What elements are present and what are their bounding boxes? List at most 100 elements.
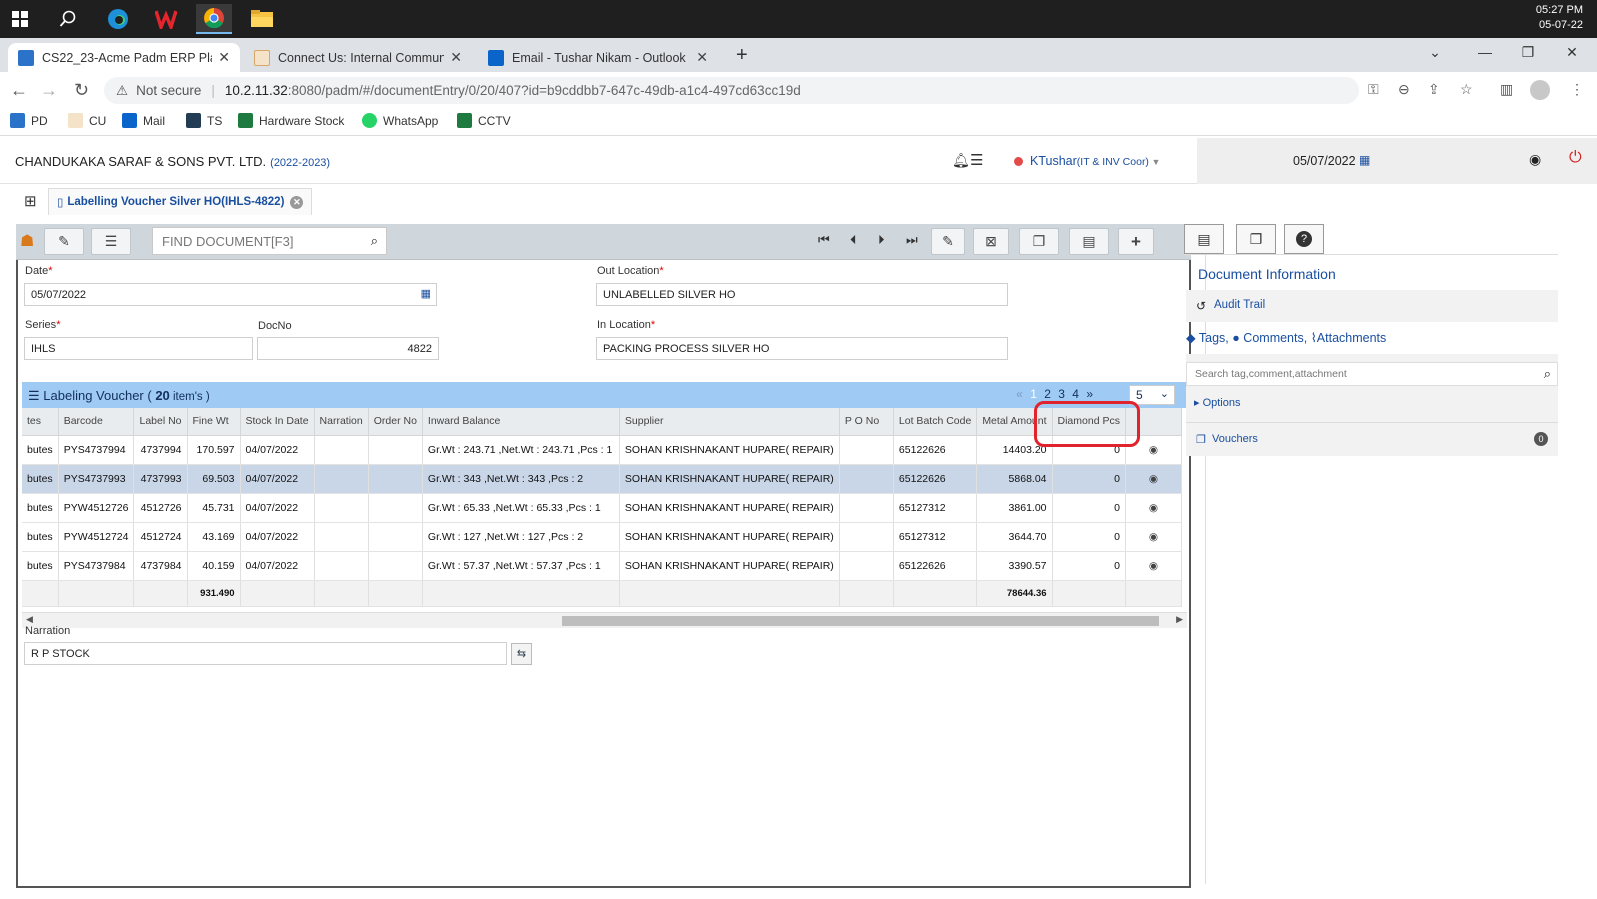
- series-field[interactable]: IHLS: [24, 337, 253, 360]
- profile-avatar[interactable]: [1530, 80, 1550, 100]
- page-prev[interactable]: «: [1016, 387, 1023, 401]
- grid-column-header[interactable]: P O No: [839, 408, 894, 436]
- close-tab-icon[interactable]: ✕: [696, 49, 708, 66]
- bookmark-pd[interactable]: PD: [10, 113, 48, 128]
- grid-column-header[interactable]: Narration: [314, 408, 369, 436]
- close-tab-icon[interactable]: ✕: [218, 49, 230, 66]
- notes-tab[interactable]: ❐: [1236, 224, 1276, 254]
- share-icon[interactable]: ⇪: [1428, 81, 1440, 98]
- edge-browser-icon[interactable]: [100, 4, 136, 34]
- minimize-button[interactable]: —: [1465, 44, 1505, 66]
- horizontal-scrollbar[interactable]: ◀ ▶: [22, 612, 1187, 628]
- page-3[interactable]: 3: [1058, 387, 1065, 401]
- out-location-field[interactable]: UNLABELLED SILVER HO: [596, 283, 1008, 306]
- scroll-left-icon[interactable]: ◀: [26, 614, 33, 625]
- cancel-document-button[interactable]: ⊠: [973, 228, 1009, 255]
- next-record-icon[interactable]: ⏵: [878, 232, 885, 248]
- restore-button[interactable]: ❐: [1508, 44, 1548, 66]
- tags-link[interactable]: Tags,: [1199, 331, 1229, 345]
- search-icon[interactable]: ⌕: [1544, 366, 1551, 382]
- page-4[interactable]: 4: [1072, 387, 1079, 401]
- notification-bell-icon[interactable]: 🔔︎: [952, 152, 970, 169]
- date-field[interactable]: 05/07/2022 ▦: [24, 283, 437, 306]
- page-next[interactable]: »: [1086, 387, 1093, 401]
- edit-record-button[interactable]: ✎: [931, 228, 965, 255]
- scroll-right-icon[interactable]: ▶: [1176, 614, 1183, 625]
- table-row[interactable]: butes PYW4512726 4512726 45.731 04/07/2022 Gr…: [22, 493, 1182, 523]
- power-off-icon[interactable]: ⏻: [1569, 149, 1582, 167]
- browser-tab-erp[interactable]: CS22_23-Acme Padm ERP Platform ✕: [8, 43, 240, 72]
- forward-arrow-icon[interactable]: →: [40, 80, 58, 101]
- grid-column-header[interactable]: Supplier: [619, 408, 840, 436]
- calendar-icon[interactable]: ▦: [421, 287, 431, 300]
- previous-record-icon[interactable]: ⏴: [850, 232, 857, 248]
- in-location-field[interactable]: PACKING PROCESS SILVER HO: [596, 337, 1008, 360]
- grid-column-header[interactable]: Stock In Date: [240, 408, 315, 436]
- back-arrow-icon[interactable]: ←: [10, 80, 28, 101]
- grid-column-header[interactable]: Lot Batch Code: [893, 408, 978, 436]
- bookmark-whatsapp[interactable]: WhatsApp: [362, 113, 438, 128]
- options-toggle[interactable]: ▸ Options: [1194, 396, 1241, 409]
- view-eye-icon[interactable]: ◉: [1125, 493, 1182, 523]
- close-window-button[interactable]: ✕: [1552, 44, 1592, 66]
- bookmark-ts[interactable]: TS: [186, 113, 222, 128]
- narration-lookup-button[interactable]: ⇆: [511, 643, 532, 665]
- document-report-button[interactable]: ▤: [1069, 228, 1109, 255]
- system-clock[interactable]: 05:27 PM 05-07-22: [1536, 3, 1583, 33]
- eye-slash-icon[interactable]: ◉: [1529, 151, 1541, 168]
- grid-menu-icon[interactable]: ⊞: [24, 192, 37, 210]
- bookmark-star-icon[interactable]: ☆: [1460, 81, 1473, 98]
- list-view-button[interactable]: ☰: [91, 228, 131, 255]
- grid-column-header[interactable]: tes: [22, 408, 59, 436]
- grid-column-header[interactable]: Fine Wt: [187, 408, 241, 436]
- bookmark-cctv[interactable]: CCTV: [457, 113, 511, 128]
- help-tab[interactable]: ?: [1284, 224, 1324, 254]
- edit-note-button[interactable]: ✎: [44, 228, 84, 255]
- page-1[interactable]: 1: [1030, 387, 1037, 401]
- bookmark-mail[interactable]: Mail: [122, 113, 165, 128]
- bookmark-cu[interactable]: CU: [68, 113, 106, 128]
- scrollbar-thumb[interactable]: [562, 616, 1159, 626]
- comments-link[interactable]: Comments,: [1243, 331, 1307, 345]
- user-menu[interactable]: KTushar(IT & INV Coor) ▼: [1030, 154, 1160, 168]
- bookmark-hardware-stock[interactable]: Hardware Stock: [238, 113, 344, 128]
- page-2[interactable]: 2: [1044, 387, 1051, 401]
- tag-search-input[interactable]: Search tag,comment,attachment ⌕: [1186, 362, 1558, 386]
- attachments-link[interactable]: Attachments: [1317, 331, 1386, 345]
- key-icon[interactable]: ⚿: [1368, 81, 1379, 98]
- browser-tab-outlook[interactable]: Email - Tushar Nikam - Outlook ✕: [478, 43, 718, 72]
- calendar-icon[interactable]: ▦: [1359, 153, 1370, 167]
- first-record-icon[interactable]: ⏮: [818, 232, 830, 248]
- table-row[interactable]: butes PYS4737984 4737984 40.159 04/07/2022 Gr…: [22, 551, 1182, 581]
- audit-trail-link[interactable]: Audit Trail: [1214, 299, 1265, 311]
- grid-column-header[interactable]: Label No: [133, 408, 188, 436]
- table-row[interactable]: butes PYS4737994 4737994 170.597 04/07/2022 G…: [22, 435, 1182, 465]
- docno-field[interactable]: 4822: [257, 337, 439, 360]
- tab-search-chevron-icon[interactable]: ⌄: [1415, 44, 1455, 66]
- print-copies-button[interactable]: ❐: [1019, 228, 1059, 255]
- omnibox[interactable]: ⚠ Not secure | 10.2.11.32:8080/padm/#/do…: [104, 77, 1359, 104]
- browser-tab-connect[interactable]: Connect Us: Internal Communicati ✕: [244, 43, 472, 72]
- view-eye-icon[interactable]: ◉: [1125, 522, 1182, 552]
- windows-start-icon[interactable]: [2, 4, 38, 34]
- search-icon[interactable]: [50, 4, 86, 34]
- audit-trail-row[interactable]: ↺ Audit Trail: [1186, 290, 1558, 322]
- reload-icon[interactable]: ↻: [74, 80, 89, 101]
- chrome-menu-icon[interactable]: ⋮: [1570, 81, 1584, 98]
- view-eye-icon[interactable]: ◉: [1125, 464, 1182, 494]
- grid-column-header[interactable]: Barcode: [58, 408, 135, 436]
- last-record-icon[interactable]: ⏭: [906, 232, 918, 248]
- info-tab[interactable]: ▤: [1184, 224, 1224, 254]
- chrome-browser-icon[interactable]: [196, 4, 232, 34]
- users-icon[interactable]: ☗: [20, 231, 34, 251]
- new-tab-button[interactable]: +: [736, 44, 748, 67]
- add-document-button[interactable]: +: [1118, 228, 1154, 255]
- search-icon[interactable]: ⌕: [371, 233, 378, 249]
- grid-column-header[interactable]: Order No: [368, 408, 423, 436]
- file-explorer-icon[interactable]: [244, 4, 280, 34]
- table-row[interactable]: butes PYW4512724 4512724 43.169 04/07/2022 Gr…: [22, 522, 1182, 552]
- vouchers-link[interactable]: Vouchers: [1212, 433, 1258, 445]
- view-eye-icon[interactable]: ◉: [1125, 551, 1182, 581]
- document-tab[interactable]: ▯ Labelling Voucher Silver HO(IHLS-4822)…: [48, 188, 313, 215]
- close-tab-icon[interactable]: ✕: [450, 49, 462, 66]
